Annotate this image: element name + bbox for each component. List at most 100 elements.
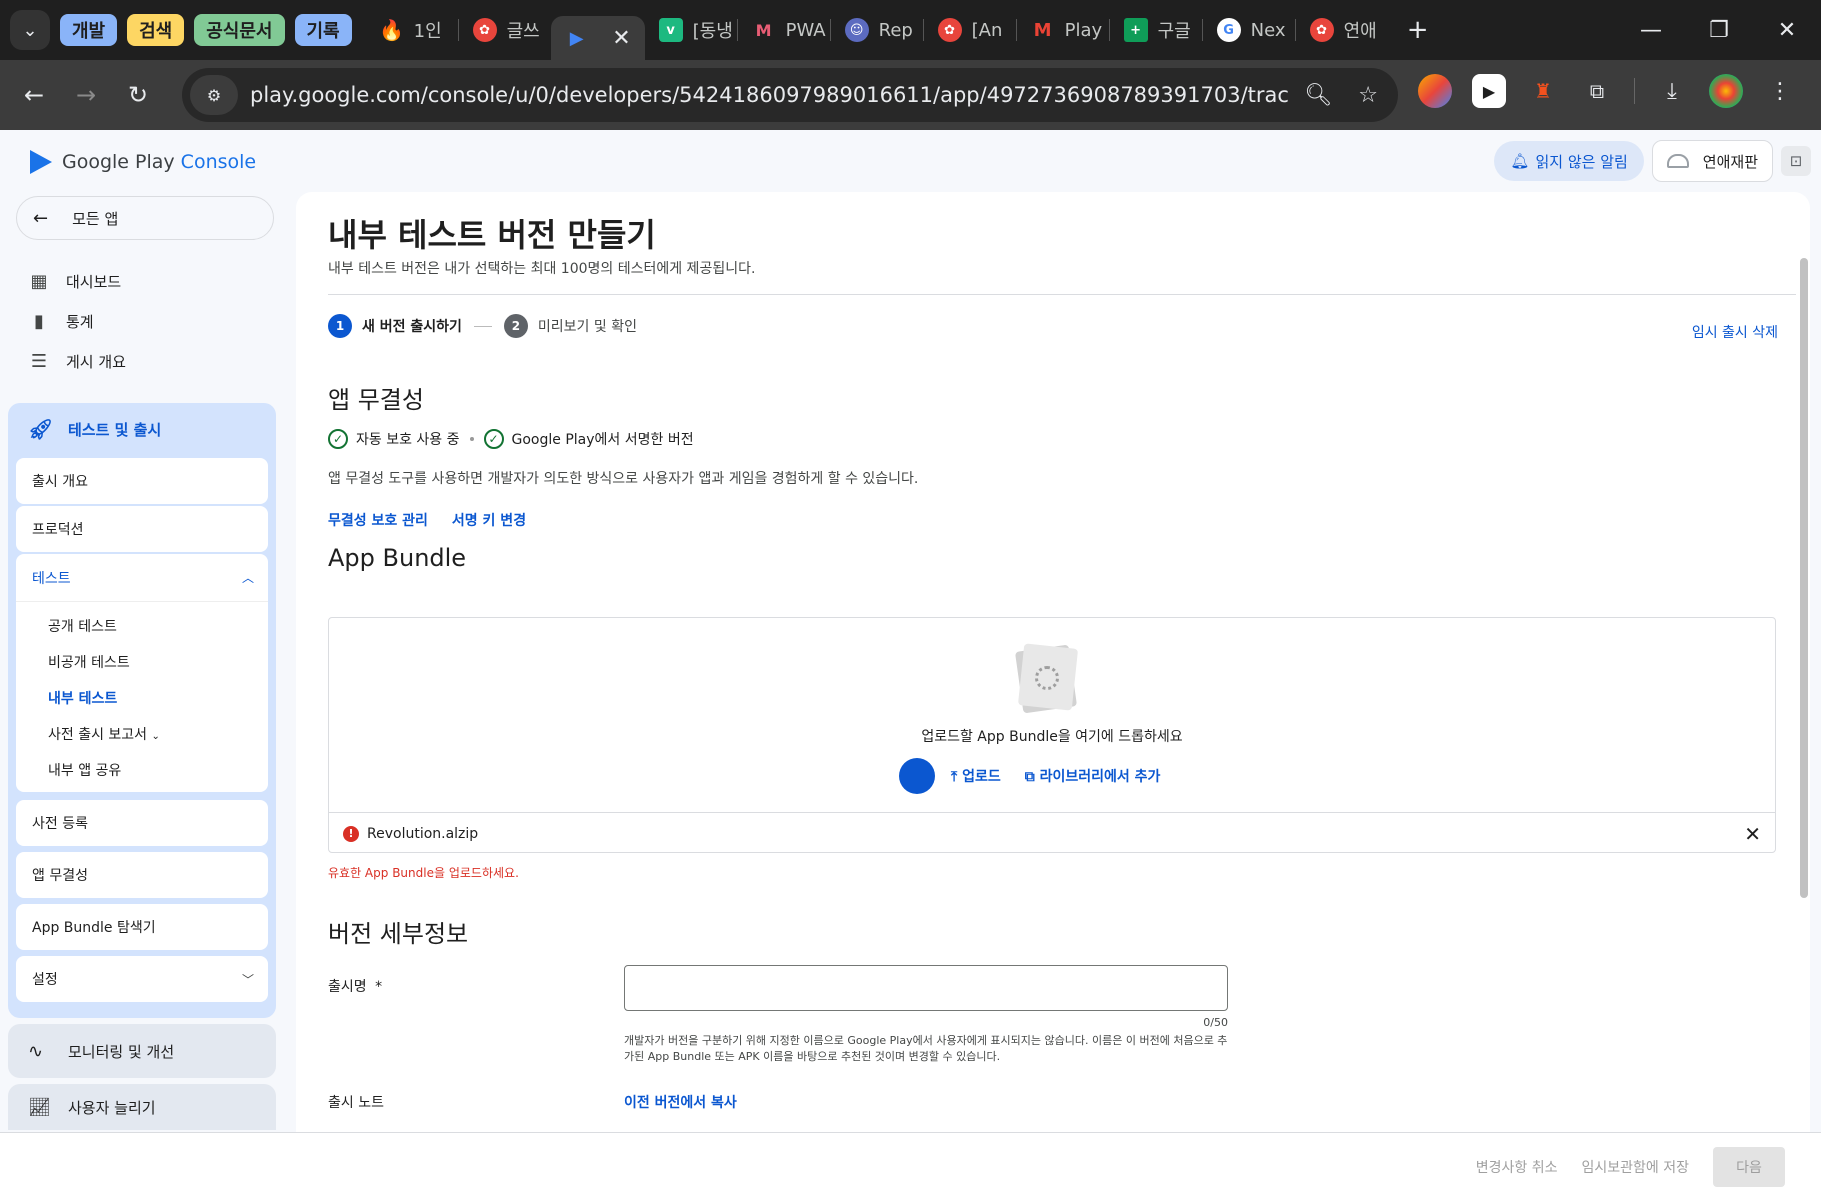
sidebar-item-open-testing[interactable]: 공개 테스트 xyxy=(48,616,117,636)
dropzone-text: 업로드할 App Bundle을 여기에 드롭하세요 xyxy=(921,729,1183,745)
play-console-page: Google Play Console 🔔︎ 읽지 않은 알림 연애재판 ⊡ ←… xyxy=(0,130,1821,1200)
rocket-icon: 🚀︎ xyxy=(28,417,54,441)
tab-group-log[interactable]: 기록 xyxy=(294,14,352,46)
remove-file-icon[interactable]: ✕ xyxy=(1744,822,1761,846)
sidebar-item-grow-users[interactable]: 📈︎ 사용자 늘리기 xyxy=(8,1084,276,1130)
site-info-icon[interactable]: ⚙ xyxy=(190,75,238,115)
download-icon[interactable]: ⤓ xyxy=(1655,74,1689,108)
tab-search-icon[interactable]: ⌄ xyxy=(10,10,50,50)
manage-integrity-link[interactable]: 무결성 보호 관리 xyxy=(328,510,428,530)
restore-icon[interactable]: ❐ xyxy=(1685,18,1753,43)
bundle-dropzone[interactable]: 업로드할 App Bundle을 여기에 드롭하세요 ⤒ 업로드 ⧉ 라이브러리… xyxy=(328,617,1776,853)
scroll-thumb[interactable] xyxy=(1800,258,1808,898)
tab-group-docs[interactable]: 공식문서 xyxy=(194,14,285,46)
window-close-icon[interactable]: ✕ xyxy=(1753,18,1821,43)
browser-tab[interactable]: M PWA xyxy=(738,8,830,52)
toolbar-separator xyxy=(1634,78,1635,104)
browser-tab[interactable]: M Play xyxy=(1017,8,1109,52)
next-button[interactable]: 다음 xyxy=(1713,1146,1785,1187)
play-logo-icon xyxy=(30,150,52,174)
browser-tab[interactable]: 🔥 1인 xyxy=(366,8,458,52)
sidebar-item-settings[interactable]: 설정 ﹀ xyxy=(16,956,268,1002)
release-name-input[interactable] xyxy=(624,965,1228,1011)
sidebar-item-monitoring[interactable]: ∿ 모니터링 및 개선 xyxy=(8,1024,276,1078)
minimize-icon[interactable]: — xyxy=(1617,18,1685,43)
profile-avatar-icon[interactable] xyxy=(1709,74,1743,108)
devtools-extension-icon[interactable]: ▶ xyxy=(1472,74,1506,108)
browser-tab[interactable]: G Nex xyxy=(1203,8,1295,52)
cursor-indicator xyxy=(899,758,935,794)
uploaded-file-row: ! Revolution.alzip ✕ xyxy=(329,812,1775,854)
sidebar-item-publishing[interactable]: ☰ 게시 개요 xyxy=(28,350,126,372)
avatar-icon: ☺ xyxy=(844,18,869,42)
sidebar-item-release-overview[interactable]: 출시 개요 xyxy=(16,458,268,504)
browser-tab[interactable]: + 구글 xyxy=(1110,8,1202,52)
browser-tab[interactable]: ✿ 연애 xyxy=(1296,8,1388,52)
sidebar-item-production[interactable]: 프로덕션 xyxy=(16,506,268,552)
window-controls: — ❐ ✕ xyxy=(1617,18,1821,43)
discard-changes-button[interactable]: 변경사항 취소 xyxy=(1476,1157,1558,1177)
step-2-number: 2 xyxy=(503,314,528,338)
browser-tab-bar: ⌄ 개발 검색 공식문서 기록 🔥 1인 ✿ 글쓰 ▶ ✕ v [동냉 M PW… xyxy=(0,0,1821,60)
file-name: Revolution.alzip xyxy=(367,825,479,842)
upload-icon: ⤒ xyxy=(951,769,958,785)
app-switcher-icon[interactable]: ⊡ xyxy=(1781,146,1811,176)
bell-icon: 🔔︎ xyxy=(1510,152,1530,170)
lighthouse-extension-icon[interactable]: ♜ xyxy=(1526,74,1560,108)
unread-notifications-button[interactable]: 🔔︎ 읽지 않은 알림 xyxy=(1494,141,1644,181)
bundle-error-message: 유효한 App Bundle을 업로드하세요. xyxy=(328,866,519,880)
check-circle-icon: ✓ xyxy=(328,429,348,449)
scrollbar[interactable] xyxy=(1798,258,1810,1200)
puzzle-extensions-icon[interactable]: ⧉ xyxy=(1580,74,1614,108)
tab-group-dev[interactable]: 개발 xyxy=(60,14,118,46)
footer-action-bar: 변경사항 취소 임시보관함에 저장 다음 xyxy=(0,1132,1821,1200)
m-icon: M xyxy=(755,20,772,40)
pulse-icon: ∿ xyxy=(28,1040,44,1062)
save-draft-button[interactable]: 임시보관함에 저장 xyxy=(1582,1157,1690,1177)
delete-draft-link[interactable]: 임시 출시 삭제 xyxy=(1692,322,1778,342)
url-text[interactable]: play.google.com/console/u/0/developers/5… xyxy=(250,83,1290,107)
close-tab-icon[interactable]: ✕ xyxy=(612,26,630,51)
color-extension-icon[interactable] xyxy=(1418,74,1452,108)
zoom-icon[interactable]: 🔍︎ xyxy=(1304,83,1332,108)
sidebar-item-pre-launch-report[interactable]: 사전 출시 보고서 ⌄ xyxy=(48,724,160,744)
sidebar-item-testing[interactable]: 테스트 ︿ xyxy=(16,554,268,602)
reload-icon[interactable]: ↻ xyxy=(112,81,164,109)
upload-button[interactable]: ⤒ 업로드 xyxy=(951,766,1001,786)
chevron-down-icon: ⌄ xyxy=(151,731,160,742)
fire-icon: 🔥 xyxy=(379,18,405,42)
all-apps-button[interactable]: ← 모든 앱 xyxy=(16,196,274,240)
sidebar-item-internal-testing[interactable]: 내부 테스트 xyxy=(48,688,117,708)
change-signing-key-link[interactable]: 서명 키 변경 xyxy=(452,510,526,530)
play-console-logo[interactable]: Google Play Console xyxy=(30,150,256,174)
add-from-library-button[interactable]: ⧉ 라이브러리에서 추가 xyxy=(1025,766,1161,786)
new-tab-icon[interactable]: + xyxy=(1400,15,1436,45)
sidebar-item-dashboard[interactable]: ▦ 대시보드 xyxy=(28,270,121,292)
dot-separator xyxy=(469,437,474,441)
back-icon[interactable]: ← xyxy=(8,81,60,109)
sidebar-item-statistics[interactable]: ▮ 통계 xyxy=(28,310,94,332)
tab-group-search[interactable]: 검색 xyxy=(127,14,185,46)
developer-account-chip[interactable]: 연애재판 xyxy=(1651,140,1773,182)
copy-from-previous-link[interactable]: 이전 버전에서 복사 xyxy=(624,1092,737,1112)
address-bar[interactable]: ⚙ play.google.com/console/u/0/developers… xyxy=(182,68,1398,122)
chevron-down-icon: ﹀ xyxy=(241,972,254,987)
bookmark-star-icon[interactable]: ☆ xyxy=(1358,83,1378,108)
error-icon: ! xyxy=(343,825,359,842)
sidebar-item-pre-registration[interactable]: 사전 등록 xyxy=(16,800,268,846)
browser-tab[interactable]: ✿ 글쓰 xyxy=(459,8,551,52)
browser-tab[interactable]: ✿ [An xyxy=(924,8,1016,52)
sidebar-item-closed-testing[interactable]: 비공개 테스트 xyxy=(48,652,130,672)
browser-tab[interactable]: ☺ Rep xyxy=(831,8,923,52)
menu-kebab-icon[interactable]: ⋮ xyxy=(1763,74,1797,108)
android-icon xyxy=(1666,154,1689,168)
sidebar-item-internal-app-sharing[interactable]: 내부 앱 공유 xyxy=(48,760,121,780)
sidebar-item-app-integrity[interactable]: 앱 무결성 xyxy=(16,852,268,898)
release-name-helper: 개발자가 버전을 구분하기 위해 지정한 이름으로 Google Play에서 … xyxy=(624,1034,1228,1063)
forward-icon[interactable]: → xyxy=(60,81,112,109)
sidebar-item-test-release[interactable]: 🚀︎ 테스트 및 출시 xyxy=(28,417,161,441)
sidebar-item-bundle-explorer[interactable]: App Bundle 탐색기 xyxy=(16,904,268,950)
browser-tab-active[interactable]: ▶ ✕ xyxy=(550,16,645,60)
release-details-heading: 버전 세부정보 xyxy=(328,920,469,948)
browser-tab[interactable]: v [동냉 xyxy=(645,8,737,52)
